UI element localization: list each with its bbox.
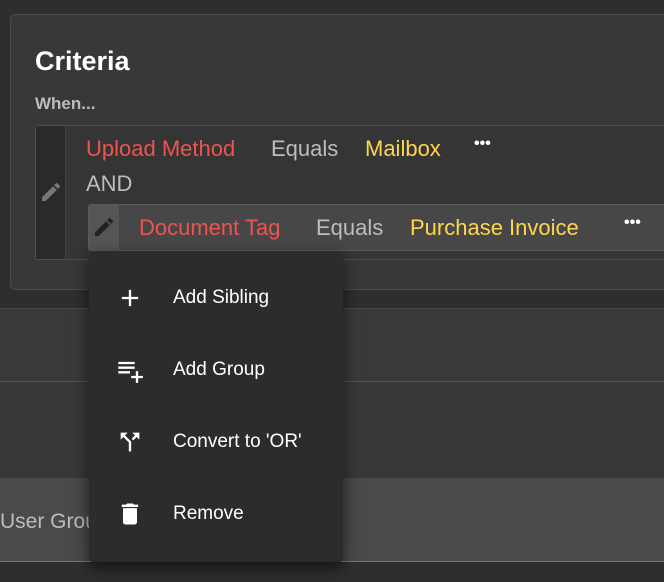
condition-field[interactable]: Upload Method [86,136,235,162]
condition-field[interactable]: Document Tag [139,215,280,241]
menu-item-label: Add Group [173,359,265,380]
menu-item-add-sibling[interactable]: Add Sibling [89,268,343,328]
group-edit-strip[interactable] [36,126,66,259]
condition-operator[interactable]: Equals [316,215,383,241]
menu-item-label: Remove [173,503,244,524]
page-title: Criteria [35,46,130,76]
playlist-add-icon [118,361,143,383]
more-options-button[interactable]: ••• [474,135,491,153]
condition-value[interactable]: Purchase Invoice [410,215,579,241]
condition-value[interactable]: Mailbox [365,136,441,162]
more-options-button[interactable]: ••• [624,214,641,232]
row-edit-strip[interactable] [89,205,119,250]
menu-item-add-group[interactable]: Add Group [89,340,343,400]
menu-item-convert-to-or[interactable]: Convert to 'OR' [89,412,343,472]
menu-item-remove[interactable]: Remove [89,484,343,544]
when-label: When... [35,94,96,113]
condition-row: Document Tag Equals Purchase Invoice ••• [88,204,664,251]
trash-icon [121,503,139,525]
pencil-icon[interactable] [39,180,63,204]
menu-item-label: Add Sibling [173,287,270,308]
call-split-icon [120,432,140,452]
condition-operator[interactable]: Equals [271,136,338,162]
context-menu: Add Sibling Add Group Convert to 'OR' Re… [89,251,343,562]
plus-icon [121,289,139,307]
menu-item-label: Convert to 'OR' [173,431,302,452]
conjunction-label: AND [86,171,133,196]
pencil-icon[interactable] [92,215,116,239]
